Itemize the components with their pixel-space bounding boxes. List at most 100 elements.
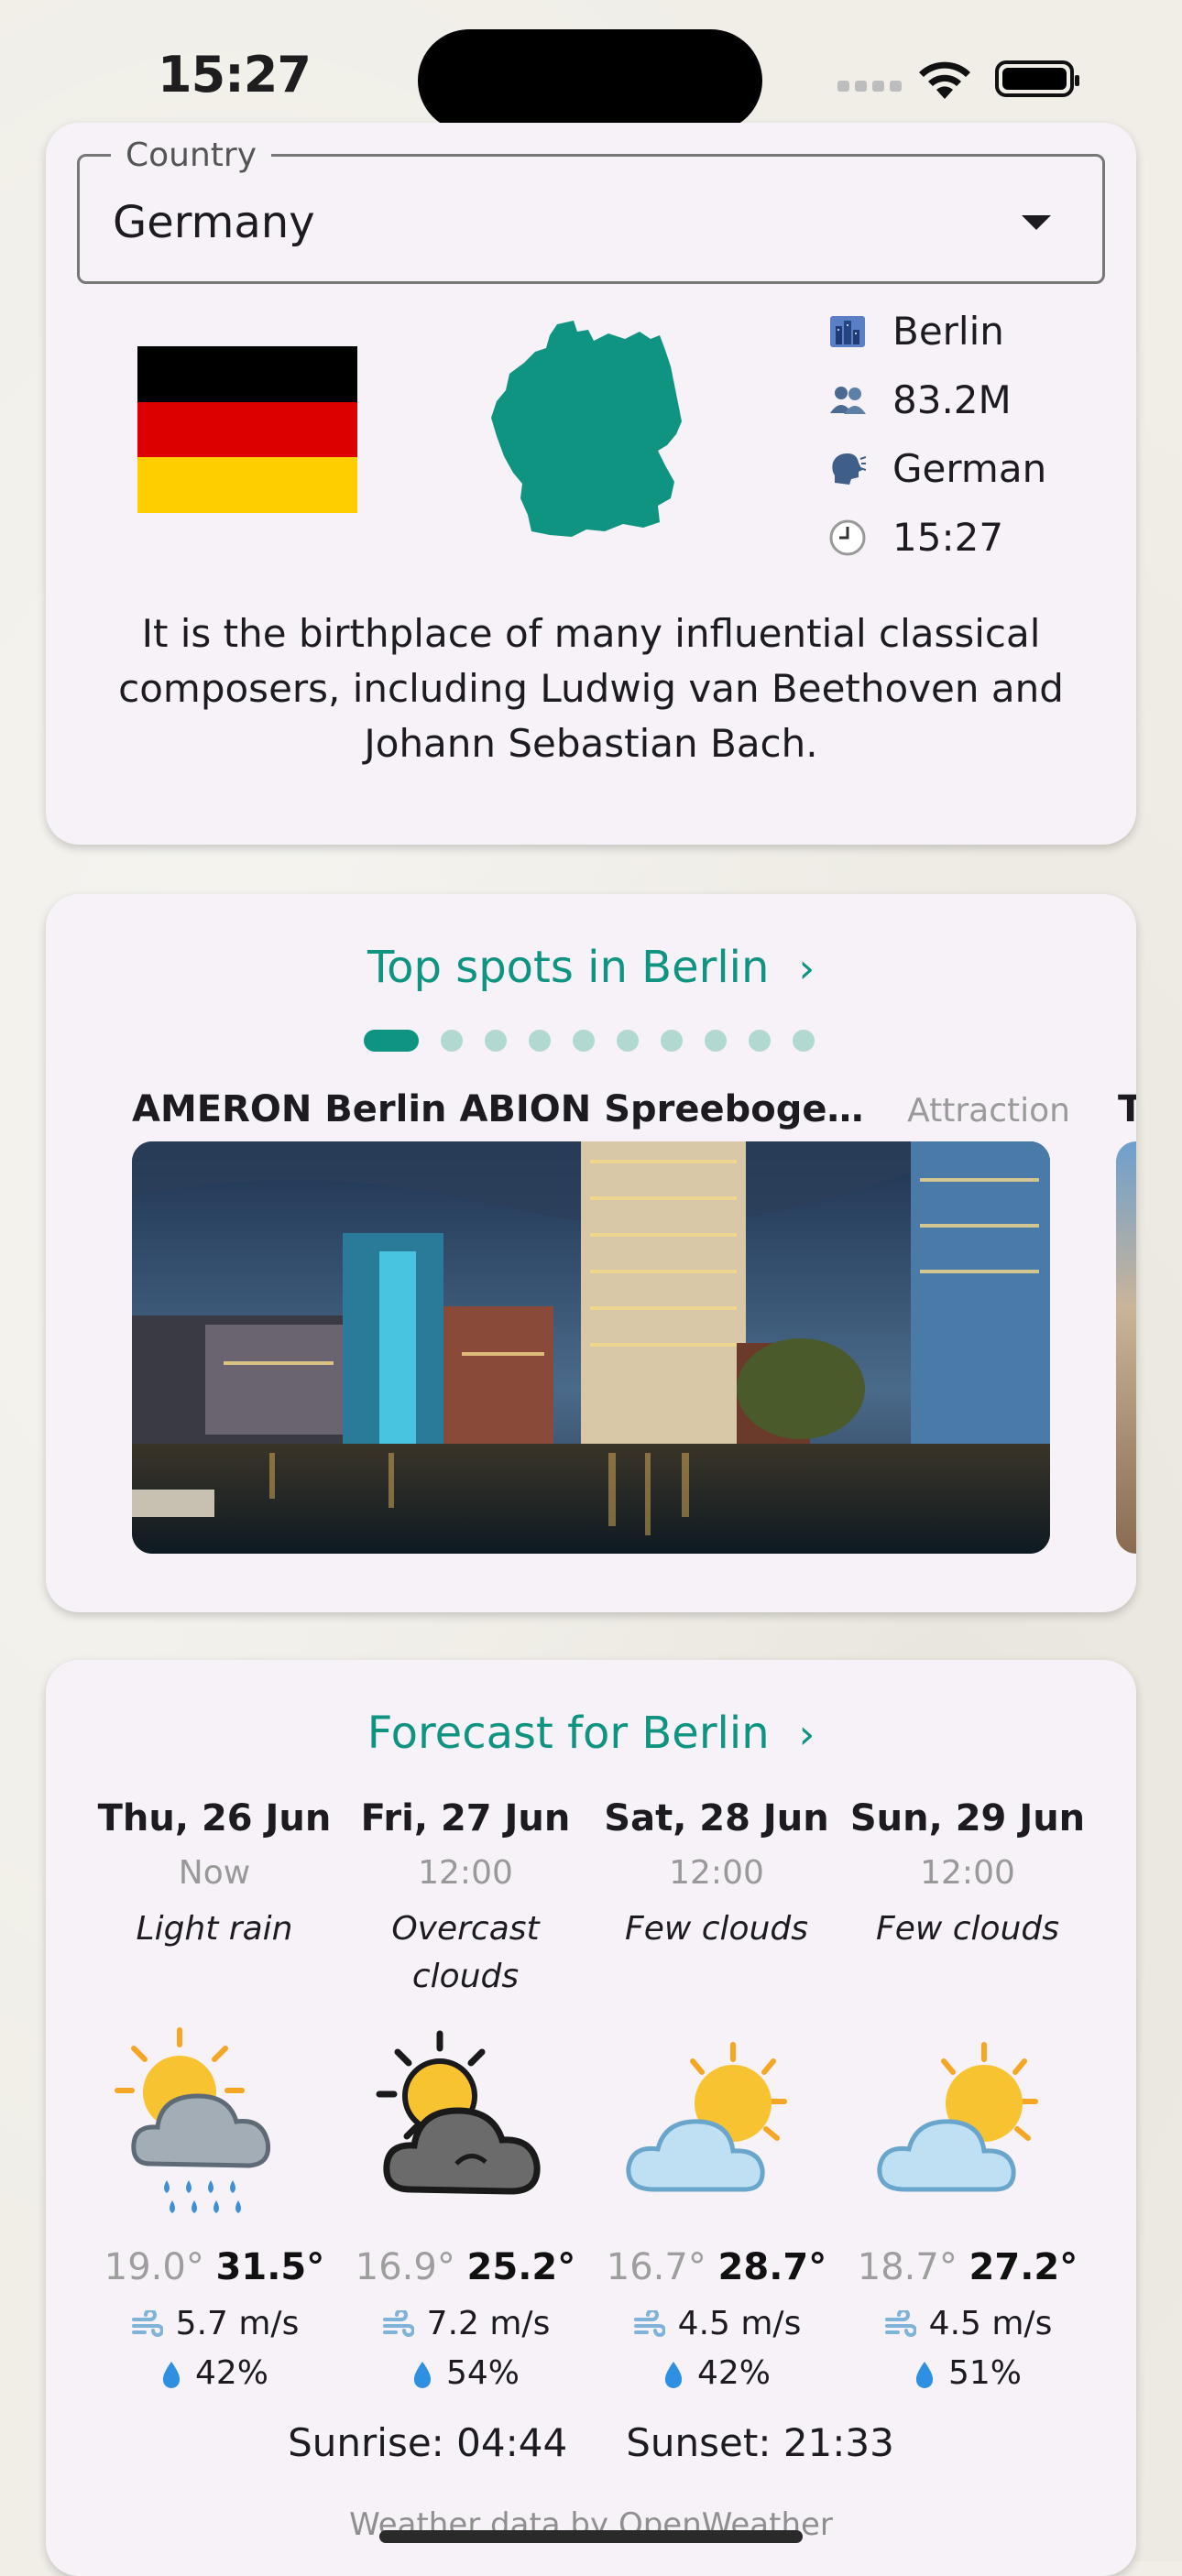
page-dot[interactable] — [749, 1030, 771, 1052]
forecast-time: Now — [178, 1854, 251, 1892]
page-dot[interactable] — [705, 1030, 727, 1052]
sun-times: Sunrise: 04:44 Sunset: 21:33 — [46, 2420, 1136, 2465]
forecast-time: 12:00 — [920, 1854, 1015, 1892]
sun-behind-cloud-icon — [626, 2042, 787, 2192]
top-spots-header[interactable]: Top spots in Berlin › — [46, 942, 1136, 993]
fact-capital: Berlin — [828, 297, 1046, 366]
spot-category: Attraction — [907, 1092, 1070, 1130]
people-icon — [828, 381, 867, 420]
temp-max: 28.7° — [717, 2246, 827, 2288]
sun-cloud-rain-icon — [115, 2027, 271, 2213]
cellular-signal-icon — [837, 81, 902, 92]
forecast-wind: 4.5 m/s — [844, 2305, 1091, 2342]
temp-max: 25.2° — [466, 2246, 576, 2288]
cityscape-icon — [828, 312, 867, 351]
forecast-temps: 16.9° 25.2° — [342, 2246, 589, 2288]
dynamic-island — [418, 29, 762, 132]
forecast-time: 12:00 — [669, 1854, 764, 1892]
forecast-humidity: 42% — [91, 2354, 338, 2392]
chevron-right-icon: › — [798, 1711, 815, 1758]
droplet-icon — [162, 2362, 181, 2388]
temp-min: 19.0° — [104, 2246, 204, 2288]
wind-speed: 5.7 m/s — [175, 2305, 300, 2342]
forecast-day: Fri, 27 Jun 12:00 Overcast clouds — [342, 1797, 589, 2006]
humidity-value: 54% — [445, 2354, 520, 2392]
flag-stripe-3 — [137, 457, 357, 514]
speaking-head-icon — [828, 450, 867, 488]
page-dot[interactable] — [485, 1030, 507, 1052]
wind-icon — [131, 2310, 163, 2337]
fact-capital-value: Berlin — [892, 309, 1004, 354]
forecast-header[interactable]: Forecast for Berlin › — [46, 1708, 1136, 1759]
battery-icon — [995, 60, 1079, 97]
chevron-right-icon: › — [798, 945, 815, 992]
page-dot-active[interactable] — [364, 1030, 419, 1052]
temp-min: 16.9° — [355, 2246, 455, 2288]
temp-min: 18.7° — [857, 2246, 958, 2288]
country-select-value: Germany — [113, 197, 315, 248]
spot-name: AMERON Berlin ABION Spreebogen Waterside — [132, 1088, 883, 1130]
wind-icon — [633, 2310, 665, 2337]
wind-icon — [884, 2310, 916, 2337]
temp-max: 27.2° — [969, 2246, 1078, 2288]
home-indicator[interactable] — [379, 2530, 803, 2543]
top-spots-title: Top spots in Berlin — [367, 942, 770, 993]
forecast-wind: 4.5 m/s — [593, 2305, 840, 2342]
droplet-icon — [915, 2362, 934, 2388]
forecast-wind: 7.2 m/s — [342, 2305, 589, 2342]
wifi-icon — [919, 61, 970, 99]
page-dot[interactable] — [529, 1030, 551, 1052]
forecast-temps: 16.7° 28.7° — [593, 2246, 840, 2288]
page-dot[interactable] — [573, 1030, 595, 1052]
forecast-wind: 5.7 m/s — [91, 2305, 338, 2342]
fact-local-time: 15:27 — [828, 503, 1046, 572]
fact-population: 83.2M — [828, 366, 1046, 434]
sunset-time: Sunset: 21:33 — [626, 2420, 894, 2465]
wind-speed: 4.5 m/s — [928, 2305, 1053, 2342]
spot-photo[interactable] — [132, 1141, 1050, 1554]
forecast-condition: Overcast clouds — [391, 1910, 540, 1995]
forecast-humidity: 54% — [342, 2354, 589, 2392]
next-spot-title: T — [1118, 1088, 1136, 1130]
country-select-label: Country — [111, 136, 272, 174]
forecast-day: Sun, 29 Jun 12:00 Few clouds — [844, 1797, 1091, 2006]
country-map — [491, 321, 682, 537]
forecast-humidity: 51% — [844, 2354, 1091, 2392]
fact-language-value: German — [892, 446, 1047, 491]
forecast-humidity: 42% — [593, 2354, 840, 2392]
country-flag — [137, 346, 357, 514]
forecast-title: Forecast for Berlin — [367, 1708, 770, 1759]
forecast-condition: Light rain — [136, 1910, 293, 1948]
page-dot[interactable] — [661, 1030, 683, 1052]
country-description: It is the birthplace of many influential… — [118, 611, 1064, 766]
forecast-day: Thu, 26 Jun Now Light rain — [91, 1797, 338, 2006]
page-dot[interactable] — [441, 1030, 463, 1052]
wind-speed: 4.5 m/s — [677, 2305, 802, 2342]
droplet-icon — [413, 2362, 432, 2388]
droplet-icon — [664, 2362, 683, 2388]
flag-stripe-2 — [137, 401, 357, 458]
wind-speed: 7.2 m/s — [426, 2305, 551, 2342]
forecast-time: 12:00 — [418, 1854, 513, 1892]
clock-icon — [828, 518, 867, 557]
forecast-date: Sun, 29 Jun — [849, 1797, 1086, 1839]
humidity-value: 42% — [696, 2354, 771, 2392]
next-spot-photo[interactable] — [1116, 1141, 1136, 1554]
forecast-temps: 19.0° 31.5° — [91, 2246, 338, 2288]
forecast-date: Sat, 28 Jun — [604, 1797, 829, 1839]
forecast-date: Thu, 26 Jun — [97, 1797, 332, 1839]
humidity-value: 42% — [194, 2354, 268, 2392]
fact-population-value: 83.2M — [892, 377, 1012, 422]
flag-stripe-1 — [137, 346, 357, 402]
forecast-condition: Few clouds — [625, 1910, 808, 1948]
temp-min: 16.7° — [606, 2246, 706, 2288]
page-dot[interactable] — [793, 1030, 815, 1052]
forecast-date: Fri, 27 Jun — [360, 1797, 571, 1839]
temp-max: 31.5° — [215, 2246, 325, 2288]
sunrise-time: Sunrise: 04:44 — [288, 2420, 568, 2465]
sun-dark-cloud-icon — [376, 2030, 541, 2195]
page-dot[interactable] — [617, 1030, 639, 1052]
forecast-card: Forecast for Berlin › Thu, 26 Jun Now Lig… — [46, 1660, 1136, 2576]
country-select[interactable]: Country Germany — [77, 136, 1105, 284]
dropdown-arrow-icon — [1022, 215, 1051, 230]
